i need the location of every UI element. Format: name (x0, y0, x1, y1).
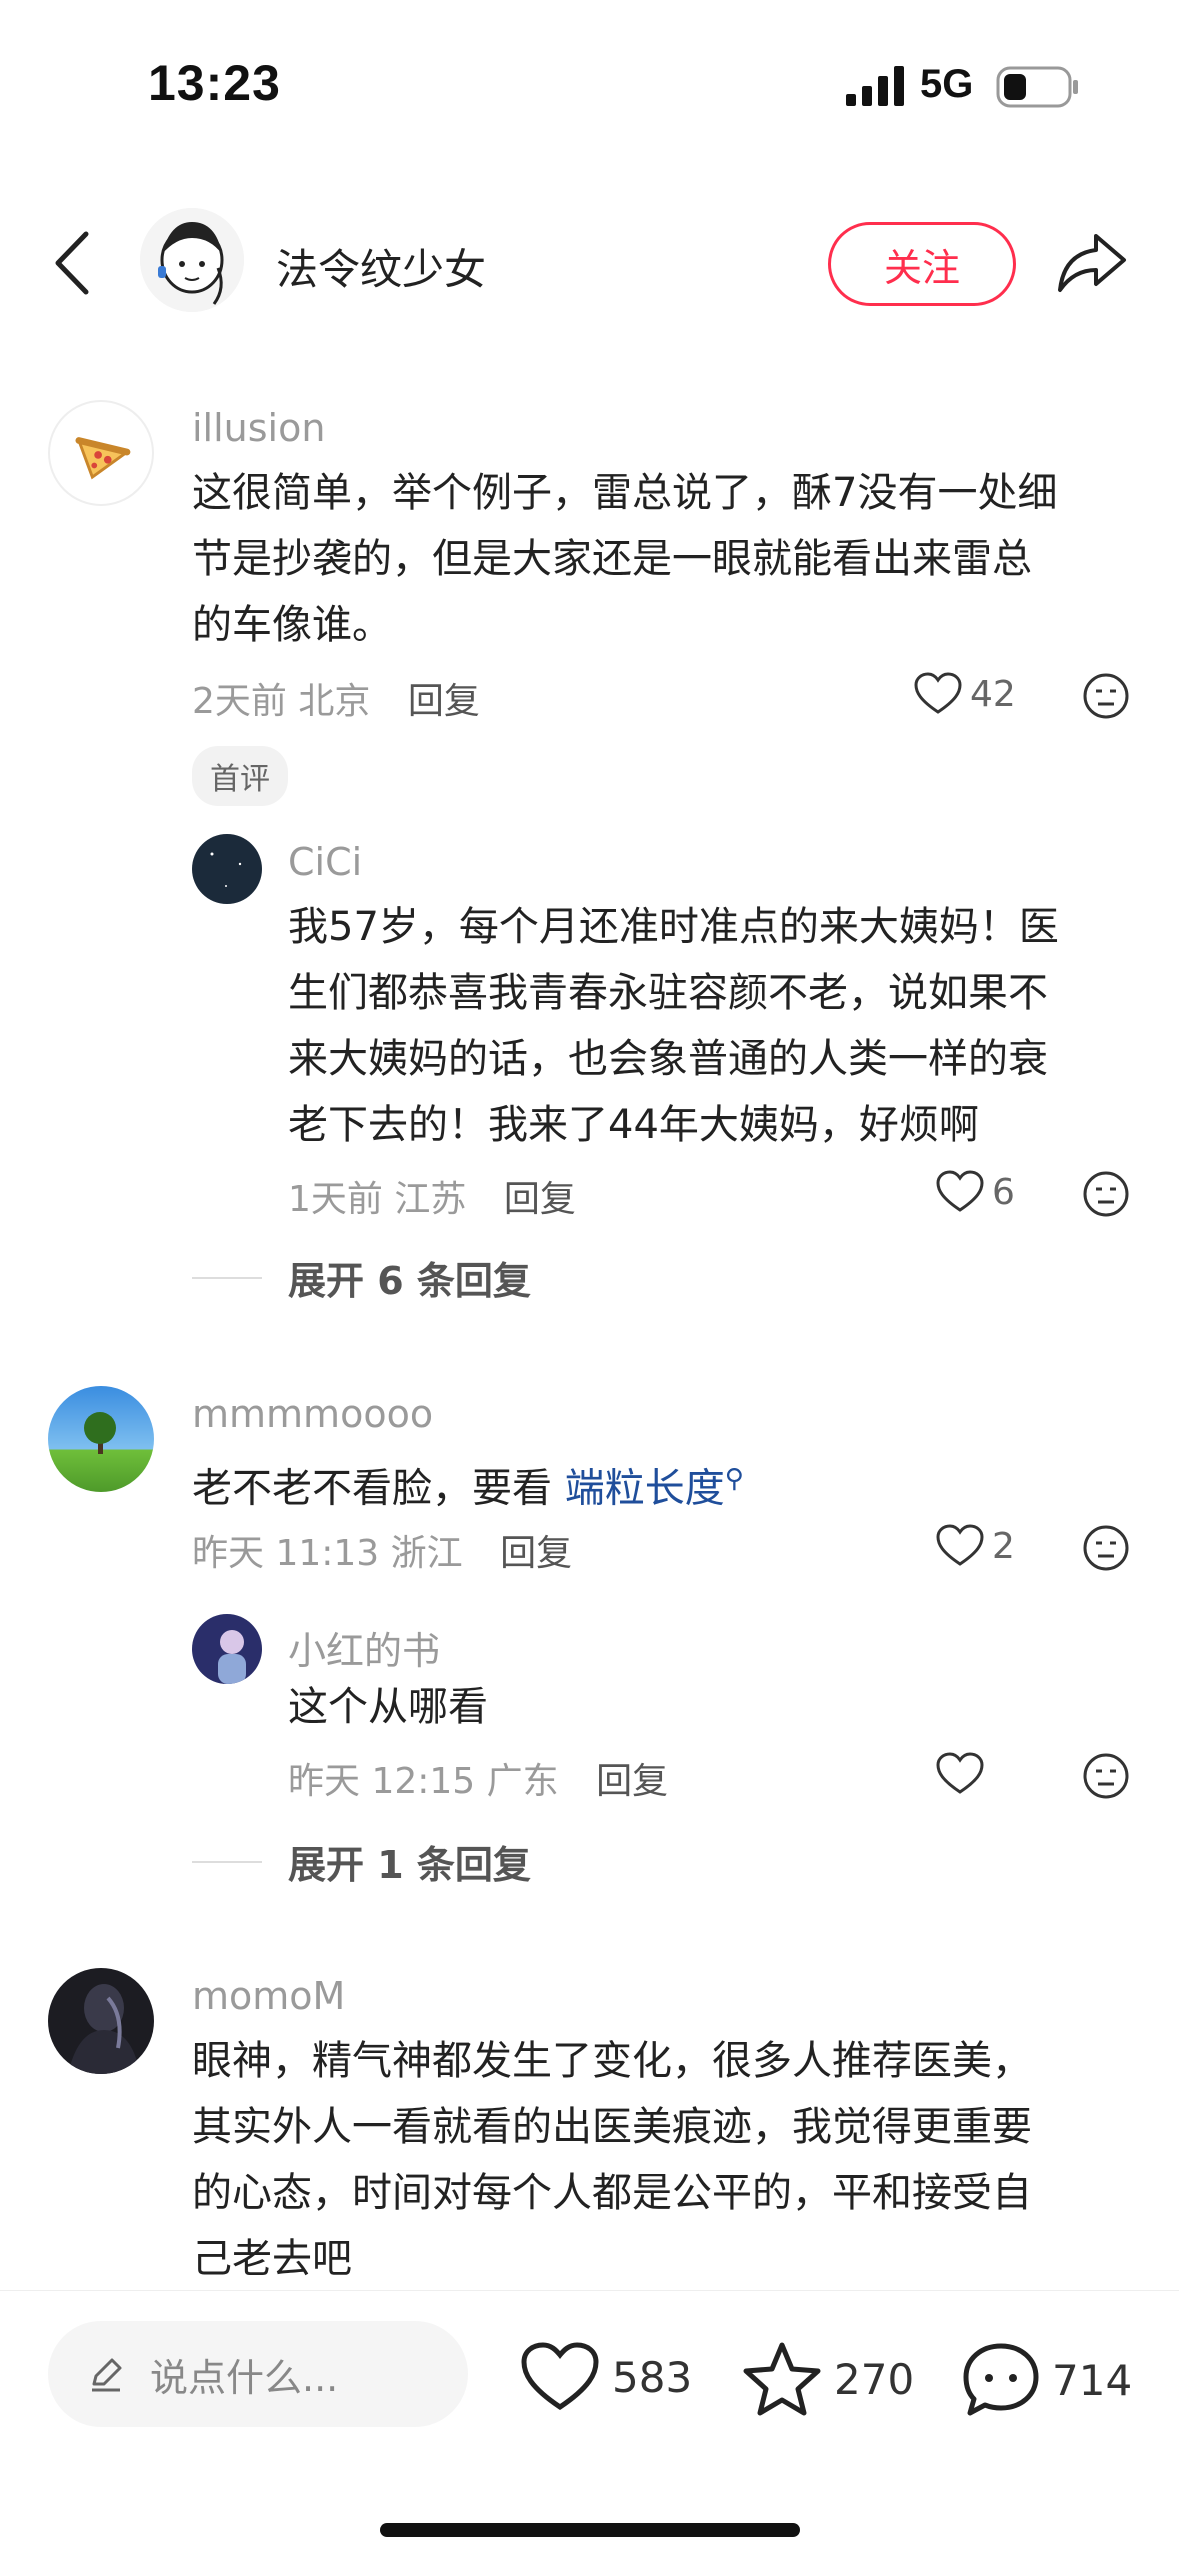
night-sky-image (210, 852, 242, 887)
comment-bubble-icon (963, 2343, 1039, 2416)
comment-line: 其实外人一看就看的出医美痕迹，我觉得更重要 (192, 2104, 1032, 2150)
comment-location: 北京 (298, 681, 371, 722)
reply-button[interactable]: 回复 (504, 1179, 576, 1220)
status-bar: 13:23 5G (0, 0, 1179, 170)
commenter-name[interactable]: illusion (192, 406, 325, 450)
like-count: 6 (992, 1171, 1015, 1213)
bottom-bar: 说点什么... 583 270 714 (0, 2290, 1179, 2556)
expand-replies-button[interactable]: 展开 6 条回复 (192, 1250, 531, 1305)
comment-button[interactable]: 714 (962, 2341, 1132, 2419)
replier-avatar[interactable] (192, 1614, 262, 1684)
comment-text: 老不老不看脸，要看 端粒长度⚲ (192, 1446, 1142, 1521)
like-post-button[interactable]: 583 (520, 2341, 692, 2413)
heart-icon (936, 1524, 984, 1566)
heart-icon (936, 1170, 984, 1212)
comment-input[interactable]: 说点什么... (48, 2321, 468, 2427)
comment-line: 节是抄袭的，但是大家还是一眼就能看出来雷总 (192, 536, 1032, 582)
comment-location: 浙江 (390, 1533, 463, 1574)
reply-button[interactable]: 回复 (500, 1533, 572, 1574)
pizza-icon (75, 437, 131, 480)
comment-line: 的心态，时间对每个人都是公平的，平和接受自 (192, 2170, 1032, 2216)
signal-icon (846, 66, 904, 106)
like-count: 583 (612, 2352, 693, 2402)
reply-time: 昨天 12:15 (288, 1761, 476, 1802)
expand-label: 展开 1 条回复 (288, 1843, 531, 1887)
favorite-button[interactable]: 270 (742, 2341, 914, 2417)
emoji-react-icon[interactable] (1082, 1170, 1130, 1218)
commenter-avatar[interactable] (48, 400, 154, 506)
like-button[interactable]: 6 (936, 1170, 1015, 1214)
divider (192, 1860, 262, 1863)
reply-line: 我57岁，每个月还准时准点的来大姨妈！医 (288, 904, 1059, 950)
reply-line: 来大姨妈的话，也会象普通的人类一样的衰 (288, 1036, 1048, 1082)
reply-location: 广东 (486, 1761, 559, 1802)
heart-icon (521, 2342, 599, 2411)
comment-line: 的车像谁。 (192, 602, 392, 648)
like-button[interactable] (936, 1752, 992, 1796)
reply-button[interactable]: 回复 (596, 1761, 668, 1802)
search-link[interactable]: 端粒长度 (565, 1465, 725, 1511)
reply-meta: 昨天 12:15 广东 回复 (288, 1752, 668, 1804)
reply-line: 生们都恭喜我青春永驻容颜不老，说如果不 (288, 970, 1048, 1016)
battery-icon (996, 66, 1078, 108)
person-photo (218, 1630, 246, 1684)
heart-icon (936, 1752, 984, 1794)
reply-text: 这个从哪看 (288, 1674, 1148, 1740)
replier-avatar[interactable] (192, 834, 262, 904)
status-time: 13:23 (148, 55, 281, 111)
like-count: 42 (970, 673, 1016, 715)
reply-meta: 1天前 江苏 回复 (288, 1170, 576, 1222)
comment-line: 眼神，精气神都发生了变化，很多人推荐医美， (192, 2038, 1032, 2084)
divider (192, 1276, 262, 1279)
person-photo (68, 1984, 140, 2074)
like-button[interactable]: 42 (914, 672, 1016, 716)
favorite-count: 270 (834, 2354, 915, 2404)
commenter-avatar[interactable] (48, 1386, 154, 1492)
expand-label: 展开 6 条回复 (288, 1259, 531, 1303)
reply-button[interactable]: 回复 (408, 681, 480, 722)
comment-text: 这很简单，举个例子，雷总说了，酥7没有一处细 节是抄袭的，但是大家还是一眼就能看… (192, 460, 1142, 658)
home-indicator[interactable] (380, 2523, 800, 2537)
search-icon[interactable]: ⚲ (725, 1464, 744, 1494)
commenter-name[interactable]: momoM (192, 1974, 345, 2018)
comment-text-prefix: 老不老不看脸，要看 (192, 1465, 565, 1512)
comment-text: 眼神，精气神都发生了变化，很多人推荐医美， 其实外人一看就看的出医美痕迹，我觉得… (192, 2028, 1142, 2292)
comment-input-placeholder: 说点什么... (150, 2355, 339, 2400)
follow-button[interactable]: 关注 (828, 222, 1016, 306)
comment-meta: 2天前 北京 回复 (192, 672, 480, 724)
comment-meta: 昨天 11:13 浙江 回复 (192, 1524, 572, 1576)
share-icon[interactable] (1056, 230, 1128, 296)
emoji-react-icon[interactable] (1082, 1752, 1130, 1800)
like-count: 2 (992, 1525, 1015, 1567)
author-avatar[interactable] (140, 208, 244, 312)
commenter-avatar[interactable] (48, 1968, 154, 2074)
comment-count: 714 (1052, 2355, 1133, 2405)
emoji-react-icon[interactable] (1082, 1524, 1130, 1572)
network-label: 5G (920, 62, 974, 106)
star-icon (743, 2342, 821, 2416)
reply-location: 江苏 (394, 1179, 467, 1220)
comment-line: 己老去吧 (192, 2236, 352, 2282)
heart-icon (914, 672, 962, 714)
pencil-icon (92, 2358, 122, 2392)
reply-line: 这个从哪看 (288, 1684, 488, 1730)
back-icon[interactable] (48, 228, 98, 298)
reply-text: 我57岁，每个月还准时准点的来大姨妈！医 生们都恭喜我青春永驻容颜不老，说如果不… (288, 894, 1148, 1158)
replier-name[interactable]: 小红的书 (288, 1620, 440, 1675)
commenter-name[interactable]: mmmmoooo (192, 1392, 433, 1436)
first-comment-tag: 首评 (192, 746, 288, 806)
author-name[interactable]: 法令纹少女 (276, 236, 486, 297)
reply-time: 1天前 (288, 1179, 383, 1220)
emoji-react-icon[interactable] (1082, 672, 1130, 720)
comment-time: 2天前 (192, 681, 287, 722)
comment-line: 这很简单，举个例子，雷总说了，酥7没有一处细 (192, 470, 1058, 516)
expand-replies-button[interactable]: 展开 1 条回复 (192, 1834, 531, 1889)
note-header: 法令纹少女 关注 (0, 200, 1179, 330)
reply-line: 老下去的！我来了44年大姨妈，好烦啊 (288, 1102, 979, 1148)
replier-name[interactable]: CiCi (288, 840, 362, 884)
comment-time: 昨天 11:13 (192, 1533, 380, 1574)
like-button[interactable]: 2 (936, 1524, 1015, 1568)
tree-image (84, 1412, 116, 1454)
